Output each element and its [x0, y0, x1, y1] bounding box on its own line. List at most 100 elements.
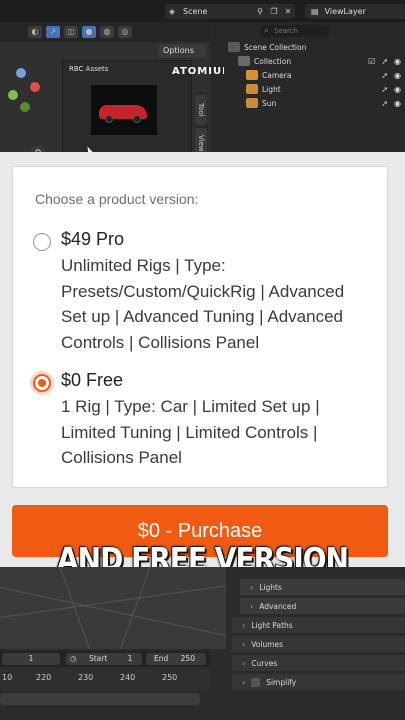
eye-icon[interactable]: ◉ [394, 71, 401, 80]
gizmo-neg-y-axis[interactable] [20, 102, 30, 112]
pin-icon[interactable]: ⚲ [253, 7, 267, 16]
simplify-checkbox[interactable] [251, 677, 261, 687]
end-label: End [154, 654, 169, 663]
blender-top-area: ◈ Scene ⚲ ❐ ✕ ▤ ViewLayer ◐ ↗ ◫ ● ◍ ◎ Op… [0, 0, 405, 152]
row-toggles: ➚ ◉ [381, 71, 401, 80]
checkbox-icon[interactable]: ☑ [368, 57, 375, 66]
copy-icon[interactable]: ❐ [267, 7, 281, 16]
prop-label: Volumes [251, 639, 284, 649]
prop-label: Lights [259, 582, 282, 592]
timeline-ruler[interactable]: 10 220 230 240 250 [0, 669, 210, 691]
prop-label: Simplify [266, 677, 297, 687]
outliner-row-sun[interactable]: Sun ➚ ◉ [224, 96, 405, 110]
timeline-tick: 240 [120, 673, 136, 682]
material-shading-icon[interactable]: ◍ [100, 26, 114, 38]
chevron-right-icon: › [250, 601, 254, 611]
prop-curves[interactable]: › Curves [232, 655, 405, 671]
outliner-search-input[interactable]: Search [260, 25, 330, 37]
stopwatch-icon: ◷ [70, 654, 77, 663]
scene-icon: ◈ [168, 7, 176, 16]
option-pro[interactable]: $49 Pro Unlimited Rigs | Type: Presets/C… [33, 229, 373, 352]
timeline-tick: 230 [78, 673, 94, 682]
navigation-gizmo[interactable] [6, 66, 46, 122]
xray-icon[interactable]: ◫ [64, 26, 78, 38]
prop-light-paths[interactable]: › Light Paths [232, 617, 405, 633]
overlay-icon[interactable]: ◐ [28, 26, 42, 38]
viewport-header: ◐ ↗ ◫ ● ◍ ◎ [0, 22, 210, 42]
gizmo-toggle-icon[interactable]: ↗ [46, 26, 60, 38]
option-pro-description: Unlimited Rigs | Type: Presets/Custom/Qu… [61, 256, 345, 352]
outliner-row-light[interactable]: Light ➚ ◉ [224, 82, 405, 96]
eye-icon[interactable]: ◉ [394, 85, 401, 94]
prop-label: Advanced [259, 601, 297, 611]
select-icon[interactable]: ➚ [381, 99, 388, 108]
prop-volumes[interactable]: › Volumes [232, 636, 405, 652]
outliner-row-scene-collection[interactable]: Scene Collection [224, 40, 405, 54]
gizmo-y-axis[interactable] [8, 90, 18, 100]
select-icon[interactable]: ➚ [381, 85, 388, 94]
timeline-tick: 10 [2, 673, 13, 682]
viewport-side-tabs: Tool View [194, 92, 208, 152]
car-wheel-front [105, 115, 113, 123]
gizmo-x-axis[interactable] [30, 82, 40, 92]
grid-line [0, 580, 226, 618]
render-properties-panel: › Lights › Advanced › Light Paths › Volu… [232, 567, 405, 720]
eye-icon[interactable]: ◉ [394, 57, 401, 66]
version-prompt: Choose a product version: [35, 191, 199, 207]
car-asset-thumbnail[interactable] [91, 85, 157, 135]
prop-label: Light Paths [251, 620, 293, 630]
collection-icon [238, 56, 250, 66]
scene-selector[interactable]: ◈ Scene ⚲ ❐ ✕ [165, 4, 295, 19]
viewlayer-label: ViewLayer [324, 7, 366, 16]
prop-simplify[interactable]: › Simplify [232, 674, 405, 690]
light-icon [246, 84, 258, 94]
outliner-row-label: Collection [254, 56, 292, 66]
select-icon[interactable]: ➚ [381, 71, 388, 80]
outliner-row-label: Sun [262, 98, 277, 108]
close-icon[interactable]: ✕ [281, 7, 295, 16]
end-frame-field[interactable]: End 250 [146, 653, 206, 665]
radio-free[interactable] [33, 374, 51, 392]
timeline-tick: 220 [36, 673, 52, 682]
grid-line [108, 567, 151, 649]
options-button[interactable]: Options [158, 44, 206, 58]
gizmo-z-axis[interactable] [16, 68, 26, 78]
scene-label: Scene [183, 7, 208, 16]
camera-icon [246, 70, 258, 80]
3d-viewport[interactable]: ◐ ↗ ◫ ● ◍ ◎ Options RBC Assets Tool View [0, 22, 210, 152]
timeline-tick: 250 [162, 673, 178, 682]
tab-tool[interactable]: Tool [195, 95, 207, 125]
option-free-description: 1 Rig | Type: Car | Limited Set up | Lim… [61, 397, 320, 467]
row-toggles: ☑ ➚ ◉ [368, 57, 401, 66]
prop-advanced[interactable]: › Advanced [240, 598, 405, 614]
option-free[interactable]: $0 Free 1 Rig | Type: Car | Limited Set … [33, 370, 373, 470]
current-frame-field[interactable]: 1 [2, 653, 60, 665]
outliner-row-collection[interactable]: Collection ☑ ➚ ◉ [224, 54, 405, 68]
props-spacer [232, 567, 405, 579]
timeline-controls: 1 ◷ Start 1 End 250 [0, 651, 210, 667]
solid-shading-icon[interactable]: ● [82, 26, 96, 38]
chevron-right-icon: › [242, 677, 246, 687]
product-section: Choose a product version: $49 Pro Unlimi… [0, 152, 405, 578]
prop-lights[interactable]: › Lights [240, 579, 405, 595]
outliner-row-label: Light [262, 84, 281, 94]
chevron-right-icon: › [242, 658, 246, 668]
select-icon[interactable]: ➚ [381, 57, 388, 66]
car-wheel-rear [133, 115, 141, 123]
viewlayer-selector[interactable]: ▤ ViewLayer [305, 4, 405, 19]
start-frame-field[interactable]: ◷ Start 1 [66, 653, 142, 665]
tab-view[interactable]: View [195, 128, 207, 152]
outliner-row-label: Scene Collection [244, 42, 307, 52]
rendered-shading-icon[interactable]: ◎ [118, 26, 132, 38]
eye-icon[interactable]: ◉ [394, 99, 401, 108]
grid-viewport[interactable] [0, 567, 226, 649]
radio-pro[interactable] [33, 233, 51, 251]
outliner-row-camera[interactable]: Camera ➚ ◉ [224, 68, 405, 82]
row-toggles: ➚ ◉ [381, 85, 401, 94]
chevron-right-icon: › [242, 620, 246, 630]
timeline-scrollbar[interactable] [0, 693, 200, 705]
page: ◈ Scene ⚲ ❐ ✕ ▤ ViewLayer ◐ ↗ ◫ ● ◍ ◎ Op… [0, 0, 405, 720]
outliner-row-label: Camera [262, 70, 292, 80]
outliner-header: Search [224, 22, 405, 40]
end-value: 250 [180, 654, 195, 663]
